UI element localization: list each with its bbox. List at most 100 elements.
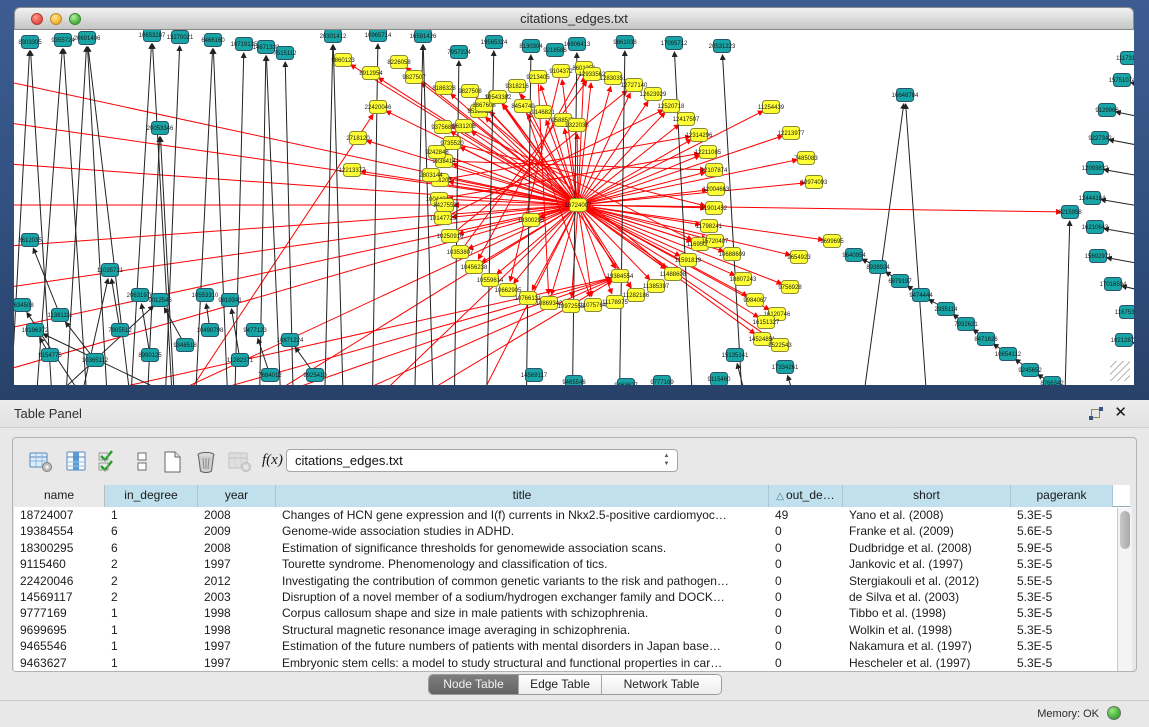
- network-node[interactable]: 6879197: [888, 275, 912, 288]
- new-table-icon[interactable]: [161, 450, 185, 474]
- network-node[interactable]: 12444184: [1079, 192, 1106, 205]
- network-node[interactable]: 12417507: [673, 113, 700, 126]
- network-node[interactable]: 8471626: [974, 333, 998, 346]
- row-height-icon[interactable]: [131, 450, 155, 474]
- network-node[interactable]: 2803144: [419, 169, 443, 182]
- network-node[interactable]: 9104372: [549, 65, 573, 78]
- network-node[interactable]: 9777169: [650, 376, 674, 386]
- network-node[interactable]: 15692971: [1085, 250, 1112, 263]
- network-node[interactable]: 16648784: [892, 89, 919, 102]
- scrollbar-thumb[interactable]: [1120, 511, 1130, 549]
- column-header-title[interactable]: title: [276, 485, 769, 507]
- column-header-year[interactable]: year: [198, 485, 276, 507]
- function-builder-icon[interactable]: f(x): [262, 448, 286, 472]
- network-node[interactable]: 7515112: [274, 47, 298, 60]
- network-node[interactable]: 8990125: [138, 349, 162, 362]
- citation-network-graph[interactable]: 1872400786012519104372921340593182169422…: [14, 30, 1134, 385]
- network-node[interactable]: 20531223: [709, 40, 736, 53]
- network-node[interactable]: 8612035: [18, 234, 42, 247]
- table-row[interactable]: 1872400712008Changes of HCN gene express…: [14, 507, 1130, 523]
- table-row[interactable]: 946362711997Embryonic stem cells: a mode…: [14, 655, 1130, 671]
- network-node[interactable]: 12213377: [339, 164, 366, 177]
- network-node[interactable]: 7485083: [794, 152, 818, 165]
- network-node[interactable]: 17334261: [772, 361, 799, 374]
- network-node[interactable]: 7932621: [954, 318, 978, 331]
- network-node[interactable]: 10490798: [197, 324, 224, 337]
- network-node[interactable]: 11675305: [1115, 306, 1134, 319]
- network-node[interactable]: 9654923: [787, 251, 811, 264]
- network-node[interactable]: 9346518: [173, 339, 197, 352]
- select-all-checks-icon[interactable]: [98, 450, 122, 474]
- network-node[interactable]: 11282371: [227, 354, 254, 367]
- network-node[interactable]: 7684012: [258, 369, 282, 382]
- network-node[interactable]: 20301412: [320, 30, 347, 43]
- network-node[interactable]: 9012546: [148, 294, 172, 307]
- column-header-short[interactable]: short: [843, 485, 1011, 507]
- table-row[interactable]: 911546021997Tourette syndrome. Phenomeno…: [14, 556, 1130, 572]
- network-node[interactable]: 6466160: [201, 34, 225, 47]
- table-row[interactable]: 1938455462009Genome-wide association stu…: [14, 523, 1130, 539]
- column-header-name[interactable]: name: [14, 485, 105, 507]
- column-header-out_de[interactable]: △out_de…: [769, 485, 843, 507]
- network-node[interactable]: 9474444: [909, 289, 933, 302]
- network-node[interactable]: 16210643: [1082, 221, 1109, 234]
- network-node[interactable]: 10974093: [801, 176, 828, 189]
- network-node[interactable]: 11381111: [48, 309, 74, 322]
- network-node[interactable]: 12004663: [703, 183, 730, 196]
- network-node[interactable]: 9375685: [431, 121, 455, 134]
- window-resize-grip[interactable]: [1110, 361, 1130, 381]
- network-node[interactable]: 11035721: [97, 264, 124, 277]
- network-node[interactable]: 8427552: [433, 199, 457, 212]
- network-node[interactable]: 12314296: [686, 129, 713, 142]
- network-node[interactable]: 20691406: [74, 32, 101, 45]
- network-node[interactable]: 7905512: [108, 324, 132, 337]
- network-node[interactable]: 11488608: [660, 268, 687, 281]
- network-node[interactable]: 14569117: [521, 369, 548, 382]
- network-node[interactable]: 16906413: [564, 38, 591, 51]
- network-node[interactable]: 9242848: [425, 146, 449, 159]
- network-node[interactable]: 8938924: [866, 261, 890, 274]
- delete-rows-trash-icon[interactable]: [195, 450, 219, 474]
- network-node[interactable]: 10250916: [437, 230, 464, 243]
- table-row[interactable]: 977716911998Corpus callosum shape and si…: [14, 605, 1130, 621]
- network-node[interactable]: 9827507: [402, 71, 426, 84]
- tab-node-table[interactable]: Node Table: [429, 675, 519, 694]
- table-row[interactable]: 946554611997Estimation of the future num…: [14, 638, 1130, 654]
- network-node[interactable]: 9465546: [562, 376, 586, 386]
- network-node[interactable]: 9129966: [1095, 104, 1119, 117]
- network-node[interactable]: 9213405: [526, 71, 550, 84]
- network-node[interactable]: 10212873: [1111, 334, 1134, 347]
- network-node[interactable]: 9699695: [820, 235, 844, 248]
- float-window-icon[interactable]: [1089, 407, 1103, 420]
- network-node[interactable]: 8766342: [1040, 377, 1064, 386]
- table-row[interactable]: 969969511998Structural magnetic resonanc…: [14, 622, 1130, 638]
- network-node[interactable]: 8912954: [359, 67, 383, 80]
- network-node[interactable]: 7957224: [447, 46, 471, 59]
- network-node[interactable]: 9146821: [531, 106, 555, 119]
- network-node[interactable]: 9631208: [452, 120, 476, 133]
- table-row[interactable]: 1456911722003Disruption of a novel membe…: [14, 589, 1130, 605]
- network-node[interactable]: 9819341: [218, 294, 242, 307]
- network-node[interactable]: 17095712: [661, 37, 688, 50]
- network-node[interactable]: 9827508: [458, 85, 482, 98]
- network-node[interactable]: 10662905: [495, 284, 522, 297]
- table-selector-dropdown[interactable]: citations_edges.txt ▲▼: [286, 449, 678, 472]
- network-node[interactable]: 8215958: [1058, 206, 1082, 219]
- network-node[interactable]: 10553310: [192, 289, 219, 302]
- network-node[interactable]: 8303305: [18, 36, 42, 49]
- network-node[interactable]: 12093832: [1082, 162, 1109, 175]
- network-node[interactable]: 9463627: [614, 379, 638, 386]
- network-node[interactable]: 2935114: [935, 303, 959, 316]
- network-node[interactable]: 2522543: [768, 339, 792, 352]
- network-node[interactable]: 17016504: [1100, 278, 1127, 291]
- network-node[interactable]: 11901452: [701, 202, 728, 215]
- network-node[interactable]: 9984067: [743, 294, 767, 307]
- network-node[interactable]: 9634508: [14, 299, 34, 312]
- table-row[interactable]: 2242004622012Investigating the contribut…: [14, 573, 1130, 589]
- network-view-canvas[interactable]: 1872400786012519104372921340593182169422…: [14, 30, 1134, 385]
- network-node[interactable]: 8130304: [519, 40, 543, 53]
- network-node[interactable]: 8226058: [387, 56, 411, 69]
- table-settings-icon[interactable]: [29, 450, 53, 474]
- network-node[interactable]: 13270021: [167, 31, 194, 44]
- network-node[interactable]: 20053346: [147, 122, 174, 135]
